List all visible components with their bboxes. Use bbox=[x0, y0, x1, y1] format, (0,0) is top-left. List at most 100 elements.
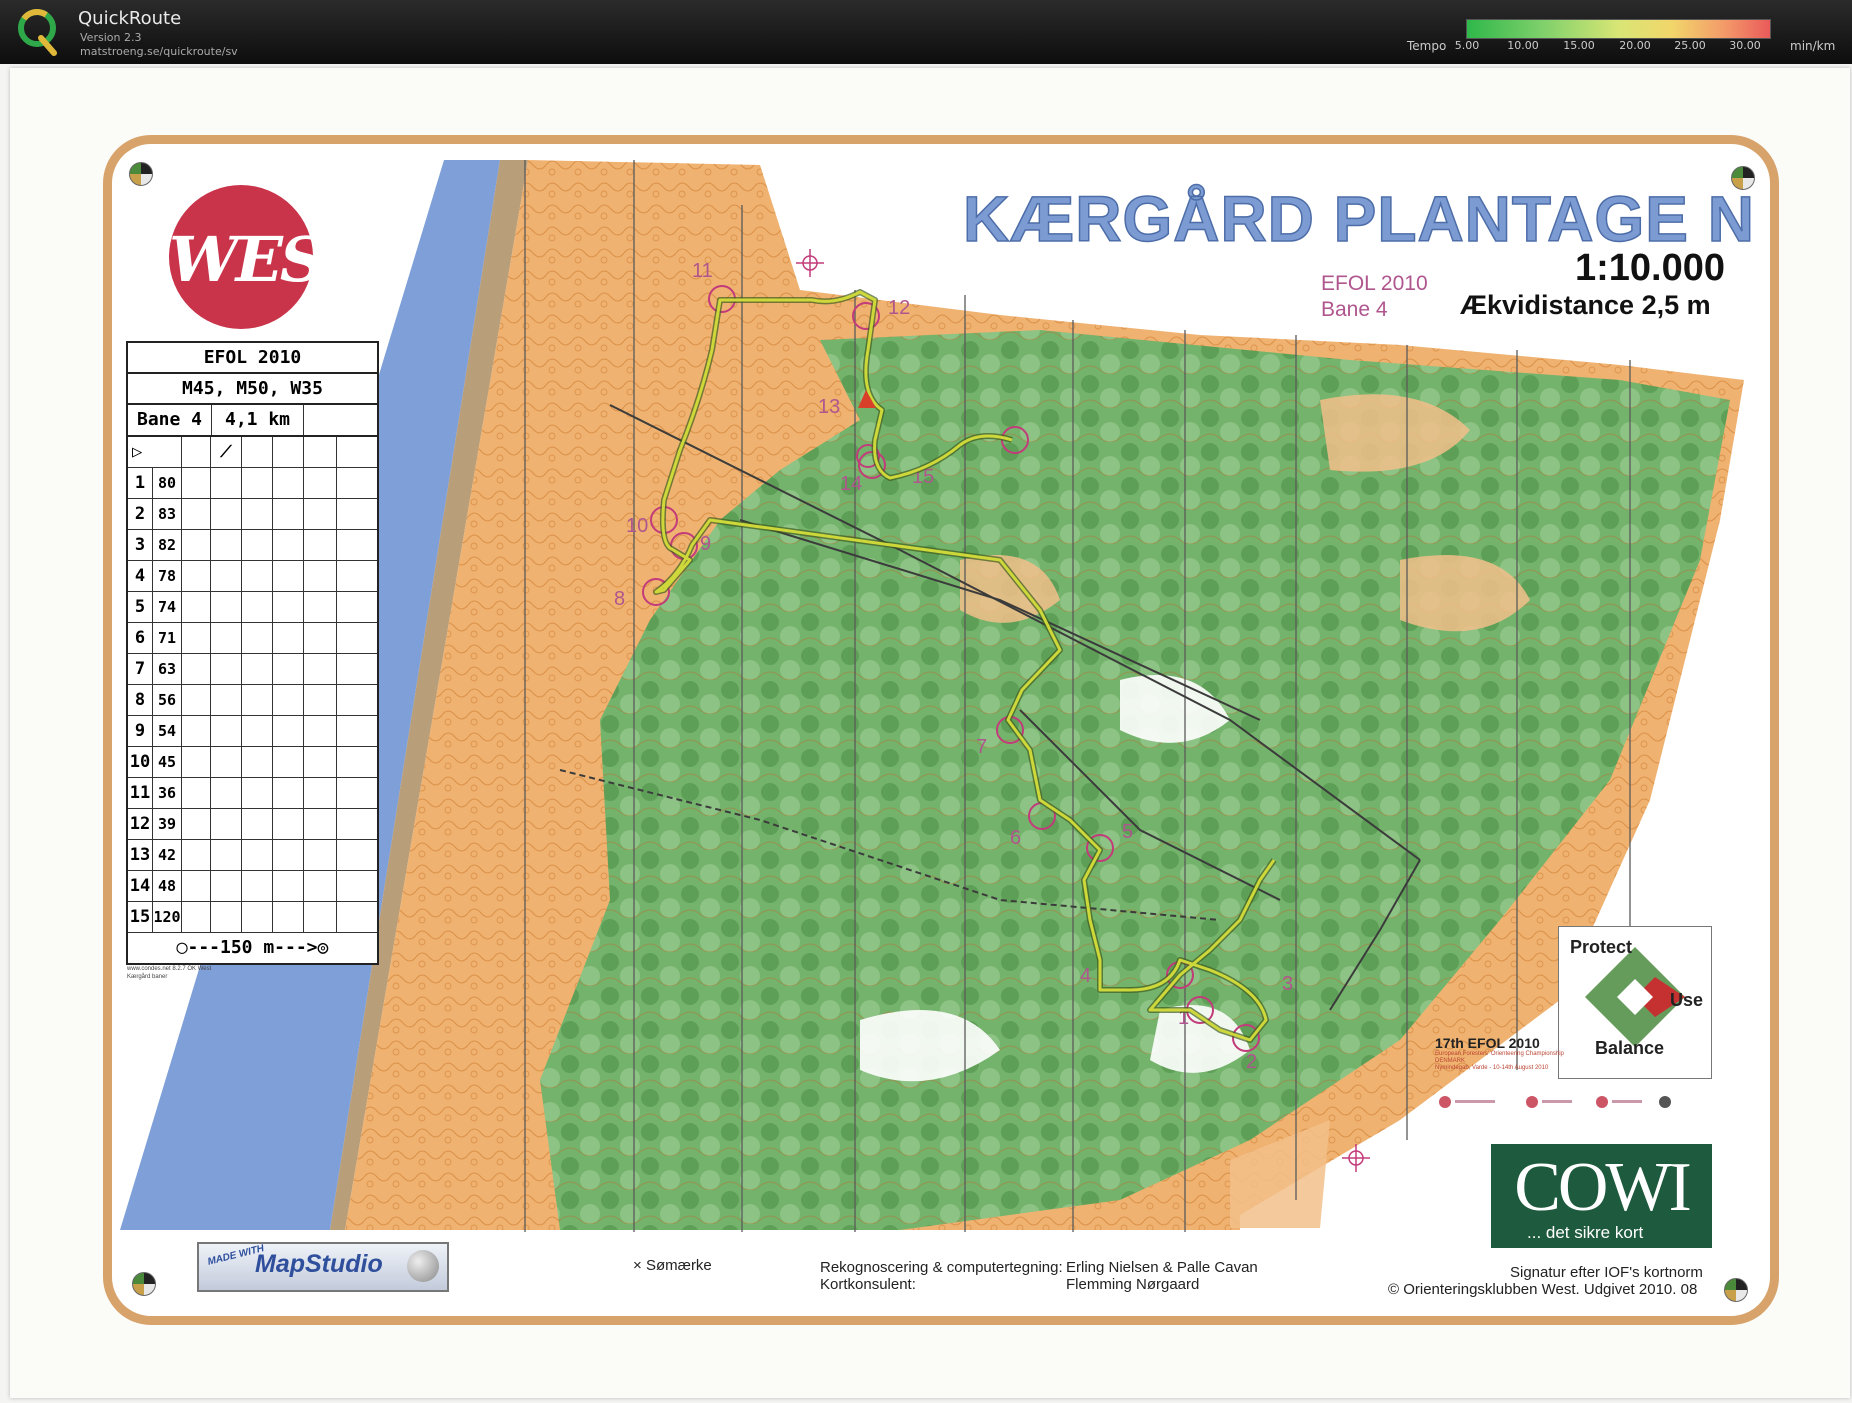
desc-symbol-cell bbox=[337, 654, 377, 684]
desc-course-row: Bane 4 4,1 km bbox=[128, 405, 377, 437]
cowi-logo: COWI ... det sikre kort bbox=[1491, 1144, 1712, 1248]
desc-symbol-cell bbox=[273, 902, 304, 932]
desc-symbol-cell bbox=[211, 778, 242, 808]
protect-text: Protect bbox=[1570, 937, 1633, 957]
control-seq: 6 bbox=[128, 623, 153, 653]
desc-symbol-cell bbox=[242, 809, 273, 839]
desc-symbol-cell bbox=[182, 747, 211, 777]
desc-symbol-cell bbox=[182, 902, 211, 932]
desc-symbol-cell bbox=[273, 468, 304, 498]
desc-symbol-cell bbox=[182, 592, 211, 622]
desc-symbol-cell bbox=[337, 530, 377, 560]
seamark-legend-text: Sømærke bbox=[645, 1257, 712, 1274]
map-equidistance: Ækvidistance 2,5 m bbox=[1460, 290, 1711, 320]
desc-symbol-cell bbox=[273, 654, 304, 684]
desc-symbol-cell bbox=[304, 499, 337, 529]
control-code: 78 bbox=[153, 561, 182, 591]
efol-badge-sub: European Foresters' Orienteering Champio… bbox=[1435, 1051, 1564, 1057]
desc-symbol-cell bbox=[273, 592, 304, 622]
control-code: 54 bbox=[153, 716, 182, 746]
desc-symbol-cell bbox=[242, 747, 273, 777]
control-number: 3 bbox=[1282, 973, 1293, 995]
control-number: 2 bbox=[1246, 1051, 1257, 1073]
efol-badge-sub: DENMARK bbox=[1435, 1058, 1466, 1064]
map-title: KÆRGÅRD PLANTAGE N bbox=[962, 182, 1755, 256]
desc-symbol-cell bbox=[211, 654, 242, 684]
seamark-legend-icon: × bbox=[633, 1257, 646, 1274]
desc-symbol-cell bbox=[273, 871, 304, 901]
desc-symbol-cell bbox=[242, 902, 273, 932]
desc-row: 3 82 bbox=[128, 530, 377, 561]
desc-symbol-cell bbox=[304, 654, 337, 684]
control-number: 5 bbox=[1122, 821, 1133, 843]
desc-row: 6 71 bbox=[128, 623, 377, 654]
desc-row: 15 120 bbox=[128, 902, 377, 933]
control-number: 10 bbox=[626, 515, 648, 537]
event-name: EFOL 2010 bbox=[1321, 272, 1428, 295]
mapstudio-name: MapStudio bbox=[255, 1250, 383, 1278]
control-seq: 13 bbox=[128, 840, 153, 870]
control-number: 8 bbox=[614, 588, 625, 610]
desc-symbol-cell bbox=[337, 778, 377, 808]
desc-symbol-cell bbox=[182, 716, 211, 746]
control-code: 42 bbox=[153, 840, 182, 870]
desc-symbol-cell bbox=[273, 623, 304, 653]
desc-symbol-cell bbox=[211, 685, 242, 715]
desc-symbol-cell bbox=[337, 871, 377, 901]
desc-symbol-cell bbox=[304, 840, 337, 870]
desc-length: 4,1 km bbox=[212, 405, 304, 435]
desc-row: 13 42 bbox=[128, 840, 377, 871]
efol-badge: 17th EFOL 2010 European Foresters' Orien… bbox=[1435, 1035, 1564, 1072]
desc-symbol-cell bbox=[242, 840, 273, 870]
desc-symbol-cell bbox=[304, 902, 337, 932]
control-code: 82 bbox=[153, 530, 182, 560]
desc-row: 2 83 bbox=[128, 499, 377, 530]
desc-symbol-cell bbox=[182, 840, 211, 870]
desc-symbol-cell bbox=[242, 685, 273, 715]
desc-symbol-cell bbox=[182, 623, 211, 653]
desc-symbol-cell bbox=[337, 747, 377, 777]
mapstudio-logo: MADE WITH MapStudio bbox=[197, 1242, 449, 1292]
cowi-tagline: ... det sikre kort bbox=[1527, 1223, 1644, 1242]
desc-row: 1 80 bbox=[128, 468, 377, 499]
control-seq: 10 bbox=[128, 747, 153, 777]
efol-badge-sub: Nymindegab, Varde - 10-14th August 2010 bbox=[1435, 1065, 1549, 1071]
desc-classes: M45, M50, W35 bbox=[128, 374, 377, 405]
desc-symbol-cell bbox=[273, 716, 304, 746]
desc-symbol-cell bbox=[242, 561, 273, 591]
desc-rows: 1 80 2 83 3 82 4 78 5 74 6 71 7 63 8 56 9 54 10 45 11 36 12 39 1… bbox=[128, 468, 377, 933]
desc-symbol-cell bbox=[211, 716, 242, 746]
protect-use-balance-logo: Protect Use Balance bbox=[1558, 926, 1712, 1079]
desc-symbol-cell bbox=[242, 530, 273, 560]
copyright-line: Signatur efter IOF's kortnorm bbox=[1510, 1264, 1703, 1281]
desc-row: 5 74 bbox=[128, 592, 377, 623]
desc-symbol-cell bbox=[337, 902, 377, 932]
control-seq: 4 bbox=[128, 561, 153, 591]
desc-row: 14 48 bbox=[128, 871, 377, 902]
seamark-legend: × Sømærke bbox=[633, 1257, 712, 1274]
desc-symbol-cell bbox=[182, 809, 211, 839]
desc-symbol-cell bbox=[182, 530, 211, 560]
desc-symbol-cell bbox=[182, 778, 211, 808]
desc-symbol-cell bbox=[242, 623, 273, 653]
control-code: 83 bbox=[153, 499, 182, 529]
globe-icon bbox=[407, 1250, 439, 1282]
desc-symbol-cell bbox=[273, 561, 304, 591]
desc-symbol-cell bbox=[304, 468, 337, 498]
balance-text: Balance bbox=[1595, 1038, 1665, 1058]
club-logo-text: WEST bbox=[169, 223, 368, 296]
desc-symbol-cell bbox=[304, 716, 337, 746]
desc-symbol-cell bbox=[211, 499, 242, 529]
control-seq: 15 bbox=[128, 902, 153, 932]
credits-label: Kortkonsulent: bbox=[820, 1276, 916, 1293]
desc-credit: www.condes.net 8.2.7 OK West Kærgård ban… bbox=[127, 965, 211, 981]
west-club-logo: WEST bbox=[169, 185, 368, 329]
control-seq: 2 bbox=[128, 499, 153, 529]
desc-symbol-cell bbox=[337, 468, 377, 498]
desc-symbol-cell bbox=[182, 561, 211, 591]
desc-symbol-cell bbox=[273, 530, 304, 560]
slash-icon: ⟋ bbox=[211, 437, 242, 467]
desc-symbol-cell bbox=[304, 561, 337, 591]
control-code: 63 bbox=[153, 654, 182, 684]
desc-symbol-cell bbox=[182, 685, 211, 715]
